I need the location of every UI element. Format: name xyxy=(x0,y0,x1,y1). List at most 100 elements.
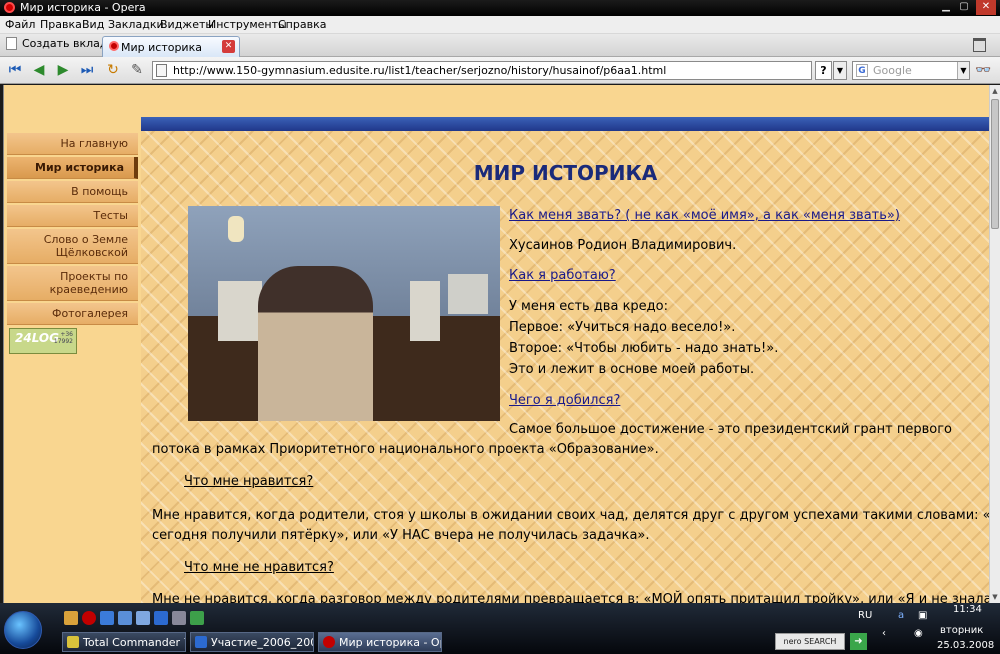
nero-go-icon[interactable]: ➜ xyxy=(850,633,867,650)
author-name: Хусаинов Родион Владимирович. xyxy=(509,238,737,253)
sidebar-item-gallery[interactable]: Фотогалерея xyxy=(7,303,138,325)
tab-bar: Создать вкладку Мир историка ✕ xyxy=(0,34,1000,57)
task-opera[interactable]: Мир историка - Op... xyxy=(318,632,442,652)
menu-view[interactable]: Вид xyxy=(82,18,104,31)
tab-label: Мир историка xyxy=(121,41,202,54)
clock-date: 25.03.2008 xyxy=(937,640,995,651)
google-icon: G xyxy=(856,64,868,77)
address-dropdown-icon[interactable]: ▼ xyxy=(833,61,847,80)
quicklaunch-app-icon[interactable] xyxy=(100,611,114,625)
quicklaunch-folder-icon[interactable] xyxy=(64,611,78,625)
credo-intro: У меня есть два кредо: xyxy=(509,299,668,314)
quicklaunch-tool-icon[interactable] xyxy=(172,611,186,625)
start-button[interactable] xyxy=(4,611,42,649)
sidebar-item-help[interactable]: В помощь xyxy=(7,181,138,203)
credo-second: Второе: «Чтобы любить - надо знать!». xyxy=(509,341,779,356)
nero-search-box[interactable]: nero SEARCH xyxy=(775,633,845,650)
link-what-i-dislike[interactable]: Что мне не нравится? xyxy=(184,560,334,575)
tab-mir-istorika[interactable]: Мир историка ✕ xyxy=(102,36,240,57)
opera-favicon-icon xyxy=(109,41,119,51)
search-dropdown-icon[interactable]: ▼ xyxy=(957,62,969,79)
sidebar-item-projects[interactable]: Проекты по краеведению xyxy=(7,266,138,301)
opera-logo-icon xyxy=(4,2,15,13)
clock-time[interactable]: 11:34 xyxy=(953,604,982,615)
sidebar-item-tests[interactable]: Тесты xyxy=(7,205,138,227)
word-icon xyxy=(195,636,207,648)
minimize-button[interactable]: ▁ xyxy=(938,0,954,15)
dislikes-line-1: Мне не нравится, когда разговор между ро… xyxy=(152,592,989,603)
tray-network-icon[interactable]: ▣ xyxy=(918,610,927,621)
quicklaunch-desktop-icon[interactable] xyxy=(118,611,132,625)
task-word-document[interactable]: Участие_2006_2007 ... xyxy=(190,632,314,652)
rewind-icon[interactable]: ⏮ xyxy=(6,62,24,78)
fast-forward-icon[interactable]: ⏭ xyxy=(78,62,96,78)
link-what-achieved[interactable]: Чего я добился? xyxy=(509,393,620,408)
address-url: http://www.150-gymnasium.edusite.ru/list… xyxy=(173,64,667,77)
quicklaunch-window-icon[interactable] xyxy=(136,611,150,625)
forward-icon[interactable]: ▶ xyxy=(54,62,72,78)
navigation-bar: ⏮ ◀ ▶ ⏭ ↻ ✎ http://www.150-gymnasium.edu… xyxy=(0,57,1000,84)
main-content: МИР ИСТОРИКА Как меня звать? ( не как «м… xyxy=(141,131,989,603)
site-info-button[interactable]: ? xyxy=(815,61,832,80)
counter-values: +36 17992 xyxy=(53,331,73,345)
menu-bar: Файл Правка Вид Закладки Виджеты Инструм… xyxy=(0,16,1000,34)
tray-a-icon[interactable]: a xyxy=(898,610,904,621)
page-viewport: На главную Мир историка В помощь Тесты С… xyxy=(3,85,989,603)
side-navigation: На главную Мир историка В помощь Тесты С… xyxy=(7,133,141,327)
reload-icon[interactable]: ↻ xyxy=(104,62,122,78)
tray-volume-icon[interactable]: ◉ xyxy=(914,628,923,639)
menu-file[interactable]: Файл xyxy=(5,18,35,31)
close-tab-icon[interactable]: ✕ xyxy=(222,40,235,53)
window-title: Мир историка - Opera xyxy=(20,1,146,14)
task-total-commander[interactable]: Total Commander 7... xyxy=(62,632,186,652)
visit-counter-badge[interactable]: 24LOG +36 17992 xyxy=(9,328,77,354)
vertical-scrollbar[interactable]: ▲ ▼ xyxy=(989,85,1000,603)
maximize-button[interactable]: ▢ xyxy=(956,0,972,15)
counter-logo: 24LOG xyxy=(15,331,59,345)
edit-pen-icon[interactable]: ✎ xyxy=(128,62,146,78)
page-top-strip xyxy=(4,85,989,117)
menu-tools[interactable]: Инструменты xyxy=(208,18,287,31)
tray-expand-icon[interactable]: ‹ xyxy=(882,628,886,639)
menu-edit[interactable]: Правка xyxy=(40,18,82,31)
page-title: МИР ИСТОРИКА xyxy=(473,161,658,185)
search-field[interactable]: G Google ▼ xyxy=(852,61,970,80)
link-how-am-i-called[interactable]: Как меня звать? ( не как «моё имя», а ка… xyxy=(509,208,900,223)
address-field[interactable]: http://www.150-gymnasium.edusite.ru/list… xyxy=(152,61,812,80)
clock-day: вторник xyxy=(940,625,984,636)
sidebar-item-home[interactable]: На главную xyxy=(7,133,138,155)
menu-widgets[interactable]: Виджеты xyxy=(160,18,214,31)
scroll-down-icon[interactable]: ▼ xyxy=(990,591,1000,603)
total-commander-icon xyxy=(67,636,79,648)
scrollbar-thumb[interactable] xyxy=(991,99,999,229)
trash-icon[interactable] xyxy=(973,38,986,52)
scroll-up-icon[interactable]: ▲ xyxy=(990,85,1000,97)
taskbar: Total Commander 7... Участие_2006_2007 .… xyxy=(0,603,1000,654)
header-blue-bar xyxy=(141,117,989,131)
quicklaunch-excel-icon[interactable] xyxy=(190,611,204,625)
quicklaunch-opera-icon[interactable] xyxy=(82,611,96,625)
achievement-line-1: Самое большое достижение - это президент… xyxy=(509,422,952,437)
credo-first: Первое: «Учиться надо весело!». xyxy=(509,320,736,335)
achievement-line-2: потока в рамках Приоритетного национальн… xyxy=(152,442,659,457)
likes-line-1: Мне нравится, когда родители, стоя у шко… xyxy=(152,508,989,523)
opera-icon xyxy=(323,636,335,648)
page-icon xyxy=(156,64,167,77)
menu-bookmarks[interactable]: Закладки xyxy=(108,18,164,31)
quicklaunch-word-icon[interactable] xyxy=(154,611,168,625)
language-indicator[interactable]: RU xyxy=(858,610,872,621)
credo-end: Это и лежит в основе моей работы. xyxy=(509,362,755,377)
link-how-i-work[interactable]: Как я работаю? xyxy=(509,268,616,283)
sidebar-item-mir-istorika[interactable]: Мир историка xyxy=(7,157,138,179)
back-icon[interactable]: ◀ xyxy=(30,62,48,78)
new-page-icon xyxy=(6,37,17,50)
menu-help[interactable]: Справка xyxy=(278,18,326,31)
search-placeholder: Google xyxy=(873,64,912,77)
close-window-button[interactable]: ✕ xyxy=(976,0,996,15)
sidebar-item-schelkovo[interactable]: Слово о Земле Щёлковской xyxy=(7,229,138,264)
glasses-icon[interactable]: 👓 xyxy=(975,63,991,78)
window-title-bar: Мир историка - Opera ▁ ▢ ✕ xyxy=(0,0,1000,16)
author-photo xyxy=(188,206,500,421)
link-what-i-like[interactable]: Что мне нравится? xyxy=(184,474,313,489)
likes-line-2: сегодня получили пятёрку», или «У НАС вч… xyxy=(152,528,650,543)
